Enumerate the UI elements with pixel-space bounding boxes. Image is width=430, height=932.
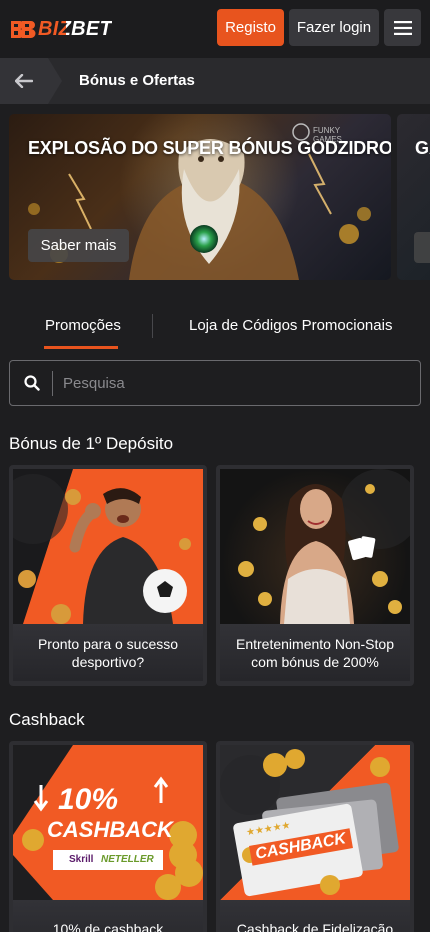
casino-woman-artwork xyxy=(238,469,410,624)
promo-card-loyalty-cashback[interactable]: ★★★★★ CASHBACK Cashback de Fidelização xyxy=(216,741,414,932)
tab-divider xyxy=(152,314,153,338)
top-header: BIZBET Registo Fazer login xyxy=(0,0,430,58)
learn-more-button[interactable]: Saber mais xyxy=(28,229,129,262)
page-title: Bónus e Ofertas xyxy=(79,72,195,89)
banner-next-button[interactable] xyxy=(414,232,430,263)
logo-text-wordmark: BIZBET xyxy=(38,17,113,40)
football-player-artwork xyxy=(13,469,203,624)
card-label: 10% de cashback xyxy=(13,900,203,932)
casino-promo-image xyxy=(220,469,410,624)
banner-next-title: GA xyxy=(415,138,430,158)
tab-promotions[interactable]: Promoções xyxy=(45,317,121,334)
promo-banner-next[interactable]: GA xyxy=(397,114,430,280)
search-divider xyxy=(52,371,53,396)
logo-text: BIZBET xyxy=(38,18,112,41)
cashback-word: CASHBACK xyxy=(47,817,173,842)
logo-mark-icon xyxy=(11,21,36,38)
card-label: Entretenimento Non-Stop com bónus de 200… xyxy=(220,624,410,681)
cashback-promo-image: 10% CASHBACK Skrill NETELLER xyxy=(13,745,203,900)
search-input[interactable] xyxy=(63,361,413,405)
cashback-percent: 10% xyxy=(58,783,119,816)
section-title-cashback: Cashback xyxy=(9,710,85,729)
search-icon[interactable] xyxy=(24,375,40,391)
card-label: Pronto para o sucesso desportivo? xyxy=(13,624,203,681)
register-button[interactable]: Registo xyxy=(217,9,284,46)
promo-banner[interactable]: FUNKY GAMES EXPLOSÃO DO SUPER BÓNUS GODZ… xyxy=(9,114,391,280)
card-label: Cashback de Fidelização xyxy=(220,900,410,932)
login-button[interactable]: Fazer login xyxy=(289,9,379,46)
tab-promo-code-store[interactable]: Loja de Códigos Promocionais xyxy=(189,317,392,334)
skrill-logo: Skrill xyxy=(69,854,94,865)
bizbet-logo[interactable]: BIZBET xyxy=(10,18,112,40)
arrow-left-icon xyxy=(15,74,33,88)
loyalty-cashback-image: ★★★★★ CASHBACK xyxy=(220,745,410,900)
menu-button[interactable] xyxy=(384,9,421,46)
banner-title: EXPLOSÃO DO SUPER BÓNUS GODZIDROP xyxy=(28,138,391,158)
promo-card-cashback-10[interactable]: 10% CASHBACK Skrill NETELLER 10% de cash… xyxy=(9,741,207,932)
active-tab-indicator xyxy=(44,346,118,349)
neteller-logo: NETELLER xyxy=(101,854,154,865)
promo-card-sports[interactable]: Pronto para o sucesso desportivo? xyxy=(9,465,207,686)
subheader-divider xyxy=(48,58,62,104)
sports-promo-image xyxy=(13,469,203,624)
hamburger-icon xyxy=(393,20,412,35)
search-bar xyxy=(9,360,421,406)
back-button[interactable] xyxy=(0,58,48,104)
promo-card-casino[interactable]: Entretenimento Non-Stop com bónus de 200… xyxy=(216,465,414,686)
loyalty-cards-artwork: ★★★★★ xyxy=(220,749,399,897)
page-subheader: Bónus e Ofertas xyxy=(0,58,430,104)
section-title-first-deposit: Bónus de 1º Depósito xyxy=(9,434,174,453)
